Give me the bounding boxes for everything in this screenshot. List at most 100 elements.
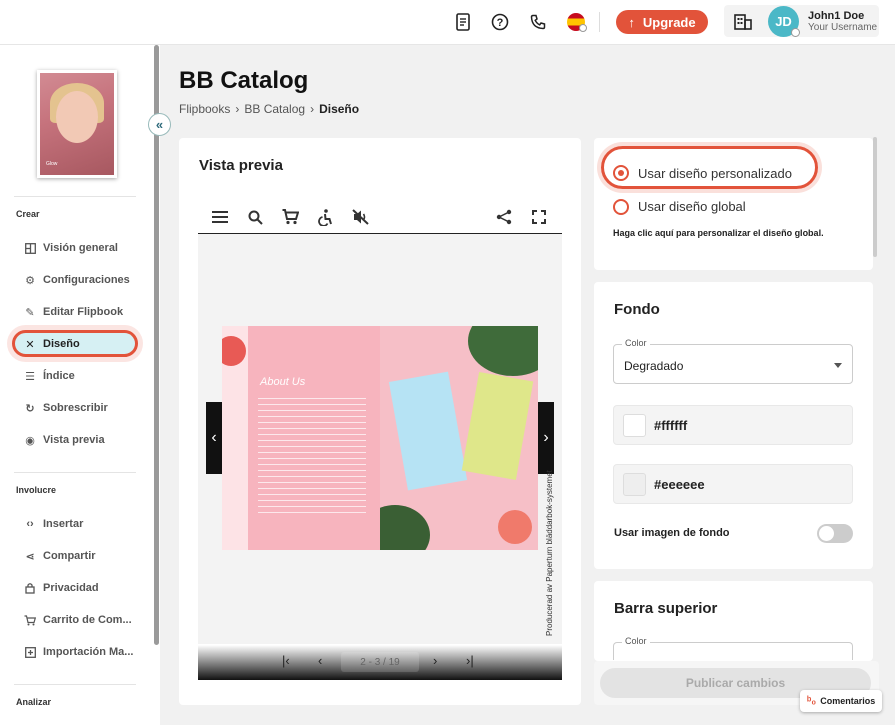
credit-text: Producerad av Paperturn bläddarbok-syste… [545,470,554,636]
background-color-select[interactable]: Color Degradado [613,338,853,384]
share-icon[interactable] [494,207,514,227]
top-bar: ? ↑ Upgrade JD John1 Doe Your Username [0,0,895,45]
code-icon: ‹› [26,518,34,530]
pencil-icon: ✎ [25,306,35,319]
sidebar-item-label: Insertar [43,518,84,530]
radio-global-label[interactable]: Usar diseño global [638,199,746,214]
sidebar-item-configuraciones[interactable]: ⚙ Configuraciones [24,270,130,290]
sidebar-item-label: Vista previa [43,434,105,446]
topbar-color-select[interactable]: Color [613,636,853,660]
sidebar-item-vision-general[interactable]: Visión general [24,238,118,258]
sidebar-item-importacion[interactable]: Importación Ma... [24,642,133,662]
upgrade-label: Upgrade [642,14,696,30]
section-title-analizar: Analizar [16,697,52,707]
accessibility-icon[interactable] [315,207,335,227]
fullscreen-icon[interactable] [529,207,549,227]
mute-icon[interactable] [350,207,370,227]
product-pack-image [461,371,534,481]
arrow-up-icon: ↑ [628,14,635,30]
sidebar-item-diseno[interactable]: ✕ Diseño [24,334,80,354]
index-icon: ☰ [25,370,35,383]
phone-icon[interactable] [527,11,549,33]
import-icon [24,646,36,658]
collapse-sidebar-button[interactable]: « [148,113,171,136]
sidebar-item-insertar[interactable]: ‹› Insertar [24,514,83,534]
sidebar-item-privacidad[interactable]: Privacidad [24,578,99,598]
prev-page-button[interactable]: ‹ [318,653,322,668]
sidebar-item-label: Diseño [43,338,80,350]
menu-icon[interactable] [210,207,230,227]
global-design-link[interactable]: Haga clic aquí para personalizar el dise… [613,228,824,238]
flipbook-page-left[interactable]: About Us [222,326,380,550]
chevron-down-icon [579,24,587,32]
sidebar-item-compartir[interactable]: ⋖ Compartir [24,546,96,566]
section-title-involucre: Involucre [16,485,57,495]
next-page-button[interactable]: › [433,653,437,668]
sidebar-item-carrito[interactable]: Carrito de Com... [24,610,132,630]
search-icon[interactable] [245,207,265,227]
viewer-toolbar [198,200,562,234]
page-body-text [258,398,366,518]
product-pack-image [388,371,468,491]
divider [599,12,600,32]
radio-global-design[interactable] [613,199,629,215]
gradient-color-1[interactable]: #ffffff [613,405,853,445]
share-icon: ⋖ [25,550,35,563]
bg-image-label: Usar imagen de fondo [614,527,730,539]
sidebar-item-label: Carrito de Com... [43,614,132,626]
first-page-button[interactable]: |‹ [282,653,290,668]
sidebar-item-indice[interactable]: ☰ Índice [24,366,75,386]
flipbook-page-right[interactable] [380,326,538,550]
last-page-button[interactable]: ›| [466,653,474,668]
sidebar-item-editar-flipbook[interactable]: ✎ Editar Flipbook [24,302,123,322]
thumbnail-face [56,91,98,143]
eye-icon: ◉ [25,434,35,447]
chevron-right-icon: › [543,429,549,446]
comments-button[interactable]: ᵇ₀ Comentarios [800,690,882,712]
lock-icon [24,582,36,594]
sidebar-item-sobrescribir[interactable]: ↻ Sobrescribir [24,398,108,418]
breadcrumb-link-catalog[interactable]: BB Catalog [244,102,305,116]
gradient-color-2[interactable]: #eeeeee [613,464,853,504]
panel-scrollbar[interactable] [873,137,877,257]
next-page-button[interactable]: › [538,402,554,474]
radio-custom-label[interactable]: Usar diseño personalizado [638,166,792,181]
sidebar-item-label: Configuraciones [43,274,130,286]
sidebar-item-label: Compartir [43,550,96,562]
field-label: Color [622,338,650,348]
cart-icon[interactable] [280,207,300,227]
bg-image-toggle[interactable] [817,524,853,543]
sidebar-item-label: Sobrescribir [43,402,108,414]
color-swatch[interactable] [623,414,646,437]
color-hex: #eeeeee [654,477,705,492]
sidebar-item-label: Importación Ma... [43,646,134,658]
design-icon: ✕ [25,338,35,351]
color-hex: #ffffff [654,418,688,433]
breadcrumb: Flipbooks › BB Catalog › Diseño [179,102,359,116]
overview-icon [24,242,36,254]
sidebar-item-vista-previa[interactable]: ◉ Vista previa [24,430,105,450]
color-swatch[interactable] [623,473,646,496]
fondo-heading: Fondo [614,301,660,318]
help-icon[interactable]: ? [489,11,511,33]
upgrade-button[interactable]: ↑ Upgrade [616,10,708,34]
double-chevron-left-icon: « [155,117,164,132]
barra-heading: Barra superior [614,600,718,617]
leaf-image [468,326,538,376]
page-heading: About Us [260,376,306,388]
building-icon[interactable] [734,12,752,35]
chevron-right-icon: › [235,102,240,116]
comments-icon: ᵇ₀ [807,695,817,707]
sidebar: Glow Crear Visión general ⚙ Configuracio… [0,45,160,725]
flipbook-thumbnail[interactable]: Glow [37,70,117,178]
breadcrumb-link-flipbooks[interactable]: Flipbooks [179,102,230,116]
document-icon[interactable] [452,11,474,33]
page-number-input[interactable]: 2 - 3 / 19 [341,652,419,672]
select-value: Degradado [624,359,684,373]
divider [14,472,136,473]
cart-icon [24,614,36,626]
refresh-icon: ↻ [25,402,35,415]
comments-label: Comentarios [820,696,876,706]
previous-page-button[interactable]: ‹ [206,402,222,474]
radio-custom-design[interactable] [613,165,629,181]
